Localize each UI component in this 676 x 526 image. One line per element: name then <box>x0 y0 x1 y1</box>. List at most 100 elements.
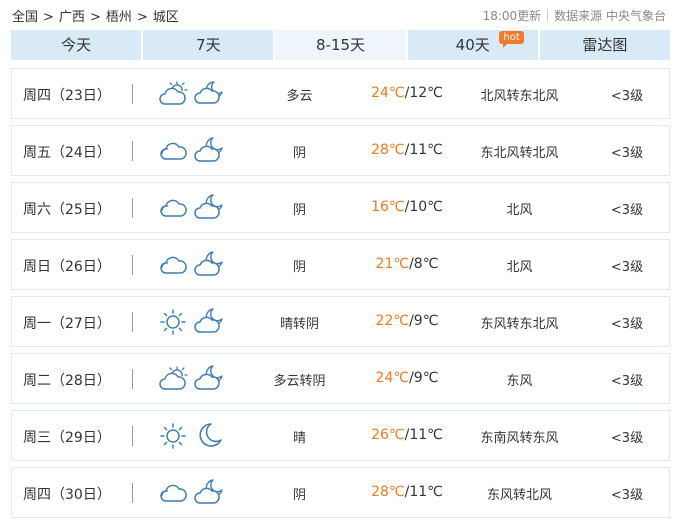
wind-direction: 东风转北风 <box>486 488 552 503</box>
tab-8-15-days[interactable]: 8-15天 <box>275 30 406 60</box>
divider <box>132 198 133 218</box>
update-info: 18:00更新 数据来源 中央气象台 <box>483 7 666 24</box>
forecast-tabs: 今天 7天 8-15天 40天 hot 雷达图 <box>11 30 671 60</box>
divider <box>547 9 549 21</box>
tab-label: 今天 <box>61 36 92 54</box>
day-label: 周四（30日） <box>23 487 111 503</box>
wind-direction: 北风转东北风 <box>480 89 559 104</box>
sunny-icon <box>158 308 188 336</box>
forecast-row: 周三（29日） 晴 26℃/11℃ 东南风转东风 <3级 <box>11 410 670 461</box>
cloudy-icon <box>158 137 188 165</box>
cloudy-night-icon <box>194 250 224 278</box>
day-label: 周六（25日） <box>23 202 111 218</box>
wind-level: <3级 <box>610 146 644 161</box>
weather-description: 晴转阴 <box>279 317 319 332</box>
wind-direction: 东风转东北风 <box>480 317 559 332</box>
divider <box>132 483 133 503</box>
wind-direction: 东北风转北风 <box>480 146 559 161</box>
wind-direction: 北风 <box>506 203 533 218</box>
day-label: 周四（23日） <box>23 88 111 104</box>
low-temp: /11℃ <box>404 484 443 500</box>
breadcrumb-separator: > <box>43 10 54 25</box>
low-temp: /8℃ <box>409 256 439 272</box>
weather-description: 阴 <box>292 488 306 503</box>
breadcrumb-country[interactable]: 全国 <box>12 6 38 25</box>
temperature: 24℃/12℃ <box>357 85 457 101</box>
wind-direction: 东风 <box>506 374 533 389</box>
divider <box>132 369 133 389</box>
forecast-row: 周二（28日） 多云转阴 24℃/9℃ 东风 <3级 <box>11 353 670 404</box>
high-temp: 21℃ <box>375 256 410 272</box>
forecast-list: 周四（23日） 多云 24℃/12℃ 北风转东北风 <3级 周五（24日）阴 28℃/11℃… <box>11 68 670 524</box>
high-temp: 24℃ <box>371 85 405 101</box>
divider <box>132 84 133 104</box>
weather-description: 阴 <box>292 260 306 275</box>
tab-label: 40天 <box>455 36 490 54</box>
tab-label: 8-15天 <box>315 36 366 54</box>
forecast-row: 周四（30日） 阴 28℃/11℃ 东风转北风 <3级 <box>11 467 670 518</box>
breadcrumb-district: 城区 <box>152 10 179 25</box>
forecast-row: 周六（25日） 阴 16℃/10℃ 北风 <3级 <box>11 182 670 233</box>
day-label: 周二（28日） <box>23 373 111 389</box>
top-bar: 全国 > 广西 > 梧州 > 城区 18:00更新 数据来源 中央气象台 <box>0 0 676 30</box>
temperature: 28℃/11℃ <box>357 142 457 158</box>
forecast-row: 周五（24日） 阴 28℃/11℃ 东北风转北风 <3级 <box>11 125 670 176</box>
low-temp: /9℃ <box>409 313 439 329</box>
partly-cloudy-day-icon <box>158 80 188 108</box>
tab-label: 7天 <box>196 36 221 54</box>
cloudy-icon <box>158 194 188 222</box>
high-temp: 28℃ <box>371 142 405 158</box>
high-temp: 26℃ <box>371 427 405 443</box>
wind-level: <3级 <box>610 374 644 389</box>
low-temp: /9℃ <box>409 370 439 386</box>
forecast-row: 周四（23日） 多云 24℃/12℃ 北风转东北风 <3级 <box>11 68 670 119</box>
tab-label: 雷达图 <box>582 36 628 54</box>
breadcrumb-city[interactable]: 梧州 <box>106 6 132 25</box>
breadcrumb-separator: > <box>136 10 148 25</box>
forecast-row: 周日（26日） 阴 21℃/8℃ 北风 <3级 <box>11 239 670 290</box>
weather-description: 多云 <box>286 89 313 104</box>
breadcrumb: 全国 > 广西 > 梧州 > 城区 <box>12 6 179 25</box>
divider <box>132 255 133 275</box>
breadcrumb-separator: > <box>89 10 101 25</box>
temperature: 21℃/8℃ <box>357 256 457 272</box>
high-temp: 24℃ <box>375 370 410 386</box>
breadcrumb-province[interactable]: 广西 <box>59 6 85 25</box>
weather-description: 阴 <box>292 203 306 218</box>
wind-level: <3级 <box>610 317 644 332</box>
tab-40-days[interactable]: 40天 hot <box>407 30 538 60</box>
low-temp: /10℃ <box>404 199 443 215</box>
weather-description: 晴 <box>292 431 306 446</box>
divider <box>132 426 133 446</box>
day-label: 周三（29日） <box>23 430 111 446</box>
cloudy-night-icon <box>194 193 224 221</box>
day-label: 周一（27日） <box>23 316 111 332</box>
low-temp: /11℃ <box>404 142 443 158</box>
wind-level: <3级 <box>610 260 644 275</box>
divider <box>132 141 133 161</box>
wind-direction: 北风 <box>506 260 533 275</box>
hot-badge: hot <box>499 31 524 48</box>
wind-level: <3级 <box>610 488 644 503</box>
sunny-icon <box>158 422 188 450</box>
temperature: 22℃/9℃ <box>357 313 457 329</box>
wind-level: <3级 <box>610 203 644 218</box>
temperature: 24℃/9℃ <box>357 370 457 386</box>
temperature: 16℃/10℃ <box>357 199 457 215</box>
high-temp: 22℃ <box>375 313 410 329</box>
data-source: 数据来源 中央气象台 <box>554 9 666 23</box>
temperature: 28℃/11℃ <box>357 484 457 500</box>
tab-7-days[interactable]: 7天 <box>143 30 274 60</box>
tab-today[interactable]: 今天 <box>11 30 142 60</box>
cloudy-icon <box>158 251 188 279</box>
cloudy-icon <box>158 479 188 507</box>
cloudy-night-icon <box>194 364 224 392</box>
divider <box>132 312 133 332</box>
cloudy-night-icon <box>194 307 224 335</box>
wind-direction: 东南风转东风 <box>480 431 559 446</box>
temperature: 26℃/11℃ <box>357 427 457 443</box>
cloudy-night-icon <box>194 478 224 506</box>
low-temp: /12℃ <box>404 85 443 101</box>
tab-radar[interactable]: 雷达图 <box>539 30 671 60</box>
forecast-row: 周一（27日） 晴转阴 22℃/9℃ 东风转东北风 <3级 <box>11 296 670 347</box>
